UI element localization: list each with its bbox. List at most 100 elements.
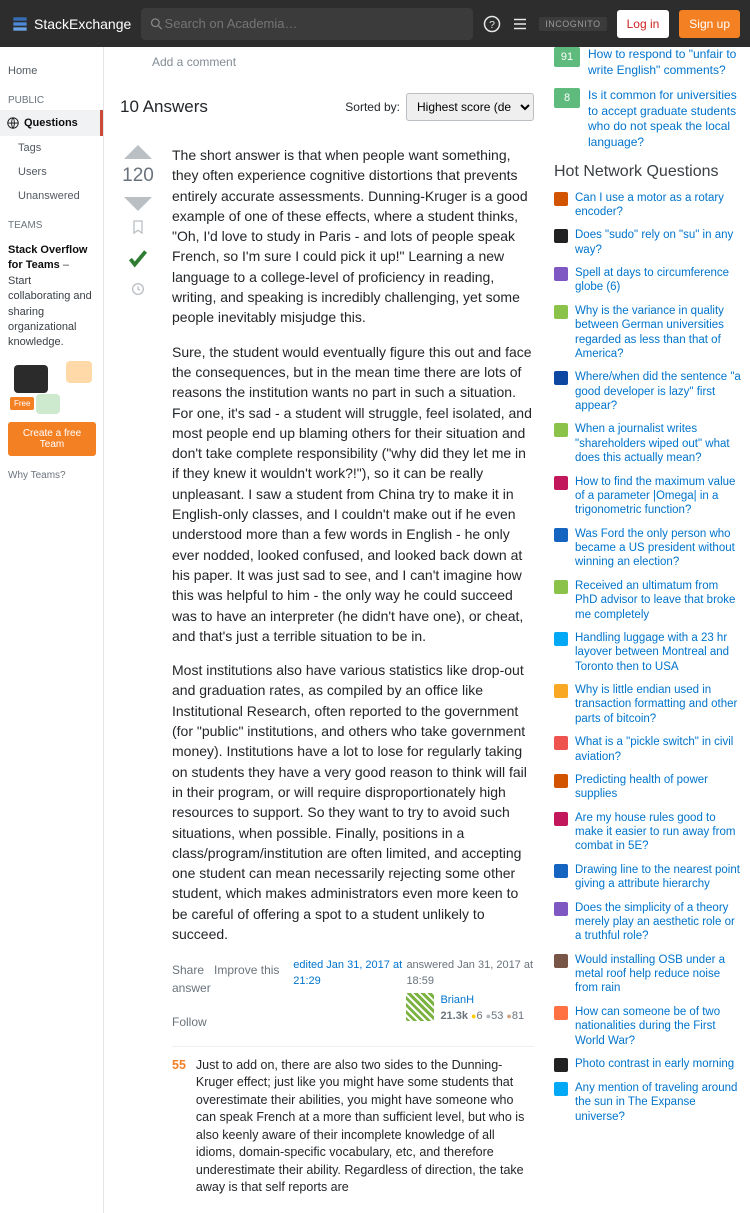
nav-questions[interactable]: Questions xyxy=(0,110,103,136)
bookmark-icon[interactable] xyxy=(130,219,146,235)
edited-time[interactable]: edited Jan 31, 2017 at 21:29 xyxy=(293,958,406,1032)
answer-paragraph: Sure, the student would eventually figur… xyxy=(172,342,534,646)
teams-illustration: Free xyxy=(8,359,96,414)
comment-text: Just to add on, there are also two sides… xyxy=(196,1057,534,1197)
hot-question-link[interactable]: Would installing OSB under a metal roof … xyxy=(575,953,742,996)
add-comment-link[interactable]: Add a comment xyxy=(120,47,534,77)
site-icon xyxy=(554,954,568,968)
teams-promo: Stack Overflow for Teams – Start collabo… xyxy=(0,235,103,464)
hot-question: Are my house rules good to make it easie… xyxy=(554,811,742,854)
hot-question: Predicting health of power supplies xyxy=(554,773,742,802)
stackexchange-menu-icon[interactable] xyxy=(511,15,529,33)
search-icon xyxy=(149,16,164,32)
hot-question-link[interactable]: Handling luggage with a 23 hr layover be… xyxy=(575,631,742,674)
linked-title[interactable]: Is it common for universities to accept … xyxy=(588,88,742,150)
linked-title[interactable]: How to respond to "unfair to write Engli… xyxy=(588,47,742,78)
sort-control: Sorted by: Highest score (default) xyxy=(345,93,534,121)
answer-body: The short answer is that when people wan… xyxy=(172,145,534,1197)
hot-question-link[interactable]: Why is little endian used in transaction… xyxy=(575,683,742,726)
follow-link[interactable]: Follow xyxy=(172,1015,207,1029)
avatar[interactable] xyxy=(406,993,434,1021)
why-teams-link[interactable]: Why Teams? xyxy=(0,464,103,487)
hot-question-link[interactable]: Photo contrast in early morning xyxy=(575,1057,734,1071)
hot-question: Spell at days to circumference globe (6) xyxy=(554,266,742,295)
site-icon xyxy=(554,476,568,490)
left-sidebar: Home PUBLIC Questions Tags Users Unanswe… xyxy=(0,47,104,1213)
post-signature-row: Share Improve this answer Follow edited … xyxy=(172,958,534,1032)
username-link[interactable]: BrianH xyxy=(440,993,524,1009)
site-icon xyxy=(554,229,568,243)
logo[interactable]: StackExchange xyxy=(10,14,131,34)
answer-paragraph: The short answer is that when people wan… xyxy=(172,145,534,328)
hot-question-link[interactable]: Can I use a motor as a rotary encoder? xyxy=(575,191,742,220)
signup-button[interactable]: Sign up xyxy=(679,10,740,38)
hot-question-link[interactable]: Predicting health of power supplies xyxy=(575,773,742,802)
downvote-button[interactable] xyxy=(124,197,152,211)
history-icon[interactable] xyxy=(130,281,146,297)
nav-home[interactable]: Home xyxy=(0,59,103,83)
answer-paragraph: Most institutions also have various stat… xyxy=(172,660,534,944)
hot-question: Would installing OSB under a metal roof … xyxy=(554,953,742,996)
hot-question-link[interactable]: When a journalist writes "shareholders w… xyxy=(575,422,742,465)
hot-question: Does the simplicity of a theory merely p… xyxy=(554,901,742,944)
nav-questions-label: Questions xyxy=(24,117,78,129)
hot-question-link[interactable]: Does "sudo" rely on "su" in any way? xyxy=(575,228,742,257)
incognito-badge: INCOGNITO xyxy=(539,17,606,31)
stackexchange-icon xyxy=(10,14,30,34)
hot-question: Handling luggage with a 23 hr layover be… xyxy=(554,631,742,674)
linked-count: 8 xyxy=(554,88,580,108)
hot-question: Does "sudo" rely on "su" in any way? xyxy=(554,228,742,257)
hot-question-link[interactable]: Are my house rules good to make it easie… xyxy=(575,811,742,854)
search-input[interactable] xyxy=(165,16,466,31)
site-icon xyxy=(554,684,568,698)
searchbox[interactable] xyxy=(141,8,473,40)
nav-tags[interactable]: Tags xyxy=(0,136,103,160)
share-link[interactable]: Share xyxy=(172,963,204,977)
site-icon xyxy=(554,736,568,750)
site-icon xyxy=(554,192,568,206)
hot-question: What is a "pickle switch" in civil aviat… xyxy=(554,735,742,764)
hot-question-link[interactable]: Any mention of traveling around the sun … xyxy=(575,1081,742,1124)
site-icon xyxy=(554,528,568,542)
user-card: answered Jan 31, 2017 at 18:59 BrianH 21… xyxy=(406,958,534,1032)
sort-label: Sorted by: xyxy=(345,100,400,114)
linked-count: 91 xyxy=(554,47,580,67)
site-icon xyxy=(554,812,568,826)
hot-question-link[interactable]: Received an ultimatum from PhD advisor t… xyxy=(575,579,742,622)
hot-question: Drawing line to the nearest point giving… xyxy=(554,863,742,892)
hot-question-link[interactable]: Spell at days to circumference globe (6) xyxy=(575,266,742,295)
comment-score: 55 xyxy=(172,1057,186,1197)
site-icon xyxy=(554,267,568,281)
login-button[interactable]: Log in xyxy=(617,10,670,38)
vote-count: 120 xyxy=(122,159,154,193)
vote-column: 120 xyxy=(120,145,156,1197)
hot-question: Received an ultimatum from PhD advisor t… xyxy=(554,579,742,622)
hot-question-link[interactable]: Does the simplicity of a theory merely p… xyxy=(575,901,742,944)
globe-icon xyxy=(6,116,20,130)
hot-questions-header: Hot Network Questions xyxy=(554,163,742,181)
hot-question-link[interactable]: Where/when did the sentence "a good deve… xyxy=(575,370,742,413)
site-icon xyxy=(554,774,568,788)
hot-question: Was Ford the only person who became a US… xyxy=(554,527,742,570)
site-icon xyxy=(554,1082,568,1096)
hot-question-link[interactable]: Why is the variance in quality between G… xyxy=(575,304,742,362)
site-icon xyxy=(554,1006,568,1020)
post-menu: Share Improve this answer Follow xyxy=(172,962,293,1032)
teams-desc: – Start collaborating and sharing organi… xyxy=(8,259,92,348)
hot-question-link[interactable]: Drawing line to the nearest point giving… xyxy=(575,863,742,892)
hot-question: How to find the maximum value of a param… xyxy=(554,475,742,518)
accepted-checkmark-icon xyxy=(125,245,151,271)
answered-time: answered Jan 31, 2017 at 18:59 xyxy=(406,958,534,990)
nav-unanswered[interactable]: Unanswered xyxy=(0,184,103,208)
hot-question-link[interactable]: How can someone be of two nationalities … xyxy=(575,1005,742,1048)
site-icon xyxy=(554,864,568,878)
hot-question-link[interactable]: What is a "pickle switch" in civil aviat… xyxy=(575,735,742,764)
site-icon xyxy=(554,632,568,646)
hot-question-link[interactable]: How to find the maximum value of a param… xyxy=(575,475,742,518)
sort-select[interactable]: Highest score (default) xyxy=(406,93,534,121)
upvote-button[interactable] xyxy=(124,145,152,159)
help-icon[interactable]: ? xyxy=(483,15,501,33)
nav-users[interactable]: Users xyxy=(0,160,103,184)
hot-question-link[interactable]: Was Ford the only person who became a US… xyxy=(575,527,742,570)
create-team-button[interactable]: Create a free Team xyxy=(8,422,96,456)
